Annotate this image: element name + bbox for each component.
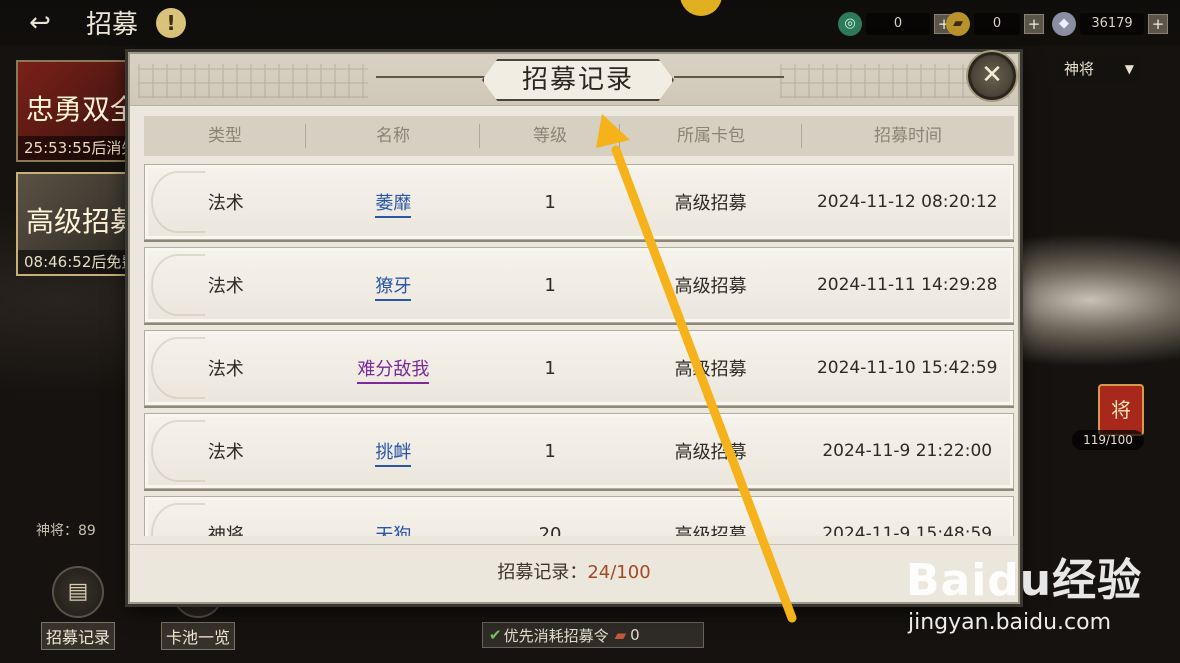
- cell-pack: 高级招募: [674, 193, 747, 214]
- table-row: 法术 挑衅 1 高级招募 2024-11-9 21:22:00: [144, 413, 1014, 489]
- cell-type: 法术: [207, 193, 244, 214]
- cell-time: 2024-11-11 14:29:28: [816, 275, 998, 295]
- cell-name-link[interactable]: 天狗: [307, 521, 481, 536]
- hero-filter-dropdown[interactable]: 神将 ▼: [1052, 56, 1142, 82]
- cell-pack: 高级招募: [674, 525, 747, 536]
- dialog-footer: 招募记录：24/100: [130, 544, 1018, 602]
- close-button[interactable]: ✕: [968, 52, 1016, 100]
- checkmark-icon: ✔: [489, 626, 502, 644]
- cell-level: 1: [544, 191, 556, 213]
- currency-value: 0: [866, 13, 930, 35]
- back-arrow-icon: ↩: [29, 8, 51, 38]
- recruit-record-dialog: 招募记录 ✕ 类型 名称 等级 所属卡包 招募时间 法术 萎靡 1 高级招募 2…: [128, 52, 1020, 604]
- top-center-coin-icon: [680, 0, 722, 16]
- priority-count: 0: [630, 626, 640, 644]
- table-row: 法术 难分敌我 1 高级招募 2024-11-10 15:42:59: [144, 330, 1014, 406]
- cell-name-text: 萎靡: [375, 193, 412, 218]
- cell-name-link[interactable]: 难分敌我: [307, 355, 481, 384]
- currency-silver: ◆ 36179 +: [1052, 12, 1168, 36]
- baidu-watermark: Baidu经验 jingyan.baidu.com: [900, 530, 1160, 660]
- column-header-pack: 所属卡包: [620, 116, 802, 156]
- table-row: 神将 天狗 20 高级招募 2024-11-9 15:48:59: [144, 496, 1014, 536]
- hero-card-count: 119/100: [1072, 430, 1144, 450]
- caret-down-icon: ▼: [1124, 62, 1134, 76]
- page-title: 招募: [86, 10, 139, 40]
- cell-type: 神将: [207, 525, 244, 536]
- records-button[interactable]: ▤ 招募记录: [36, 566, 120, 650]
- records-button-label: 招募记录: [40, 622, 115, 650]
- cell-pack: 高级招募: [674, 276, 747, 297]
- silver-icon: ◆: [1052, 12, 1076, 36]
- pool-card-zhongyong[interactable]: 忠勇双全 25:53:55后消失: [16, 60, 130, 162]
- cell-time: 2024-11-12 08:20:12: [816, 192, 998, 212]
- cell-time: 2024-11-10 15:42:59: [816, 358, 998, 378]
- add-silver-button[interactable]: +: [1148, 14, 1168, 34]
- column-header-time: 招募时间: [874, 126, 942, 146]
- column-header-name: 名称: [306, 116, 480, 156]
- column-header-type: 类型: [144, 116, 306, 156]
- cell-name-link[interactable]: 萎靡: [307, 189, 481, 218]
- pool-list-button-label: 卡池一览: [160, 622, 235, 650]
- table-row: 法术 萎靡 1 高级招募 2024-11-12 08:20:12: [144, 164, 1014, 240]
- recruit-order-icon: ▰: [946, 12, 970, 36]
- pool-timer: 08:46:52后免费: [18, 250, 128, 274]
- cell-time: 2024-11-9 21:22:00: [822, 441, 993, 461]
- cell-name-link[interactable]: 獠牙: [307, 272, 481, 301]
- cell-type: 法术: [207, 359, 244, 380]
- cell-level: 20: [538, 523, 562, 537]
- cell-pack: 高级招募: [674, 442, 747, 463]
- top-bar: ↩ 招募 ! ◎ 0 + ▰ 0 + ◆ 36179 +: [0, 0, 1180, 46]
- pool-timer: 25:53:55后消失: [18, 136, 128, 160]
- currency-jade: ◎ 0 +: [838, 12, 954, 36]
- dropdown-value: 神将: [1064, 60, 1095, 78]
- cell-level: 1: [544, 274, 556, 296]
- baidu-logo: Baidu经验: [906, 555, 1143, 606]
- info-icon[interactable]: !: [156, 8, 186, 38]
- currency-recruit-order: ▰ 0 +: [946, 12, 1044, 36]
- cell-type: 法术: [207, 442, 244, 463]
- scroll-icon: ▤: [52, 566, 104, 618]
- cell-pack: 高级招募: [674, 359, 747, 380]
- cell-name-text: 挑衅: [375, 442, 412, 467]
- table-row: 法术 獠牙 1 高级招募 2024-11-11 14:29:28: [144, 247, 1014, 323]
- column-header-level: 等级: [480, 116, 620, 156]
- dialog-header: 招募记录 ✕: [130, 52, 1018, 106]
- close-icon: ✕: [981, 60, 1003, 90]
- recruit-order-icon: ▰: [614, 626, 627, 644]
- watermark-url: jingyan.baidu.com: [908, 610, 1112, 635]
- hero-card-icon[interactable]: 将: [1098, 384, 1144, 436]
- priority-toggle[interactable]: ✔ 优先消耗招募令 ▰ 0: [482, 622, 704, 648]
- pool-name: 忠勇双全: [26, 93, 130, 126]
- cell-name-text: 难分敌我: [357, 359, 430, 384]
- cell-level: 1: [544, 357, 556, 379]
- record-count-value: 24/100: [587, 562, 651, 583]
- fret-pattern-decoration: [138, 64, 368, 98]
- add-recruit-order-button[interactable]: +: [1024, 14, 1044, 34]
- cell-name-link[interactable]: 挑衅: [307, 438, 481, 467]
- cell-type: 法术: [207, 276, 244, 297]
- pool-name: 高级招募: [26, 205, 130, 238]
- hero-count: 神将：89: [36, 523, 96, 539]
- back-button[interactable]: ↩: [14, 8, 66, 38]
- title-divider: [376, 76, 486, 78]
- cell-level: 1: [544, 440, 556, 462]
- currency-value: 0: [974, 13, 1020, 35]
- priority-label: 优先消耗招募令: [503, 626, 609, 645]
- record-list[interactable]: 法术 萎靡 1 高级招募 2024-11-12 08:20:12 法术 獠牙 1…: [144, 164, 1016, 536]
- record-count-label: 招募记录：: [497, 562, 588, 583]
- cell-name-text: 天狗: [375, 525, 412, 536]
- table-header: 类型 名称 等级 所属卡包 招募时间: [144, 116, 1014, 156]
- title-divider: [674, 76, 784, 78]
- currency-value: 36179: [1080, 13, 1144, 35]
- jade-token-icon: ◎: [838, 12, 862, 36]
- cell-name-text: 獠牙: [375, 276, 412, 301]
- pool-card-advanced[interactable]: 高级招募 08:46:52后免费: [16, 172, 130, 276]
- dialog-title: 招募记录: [482, 59, 674, 101]
